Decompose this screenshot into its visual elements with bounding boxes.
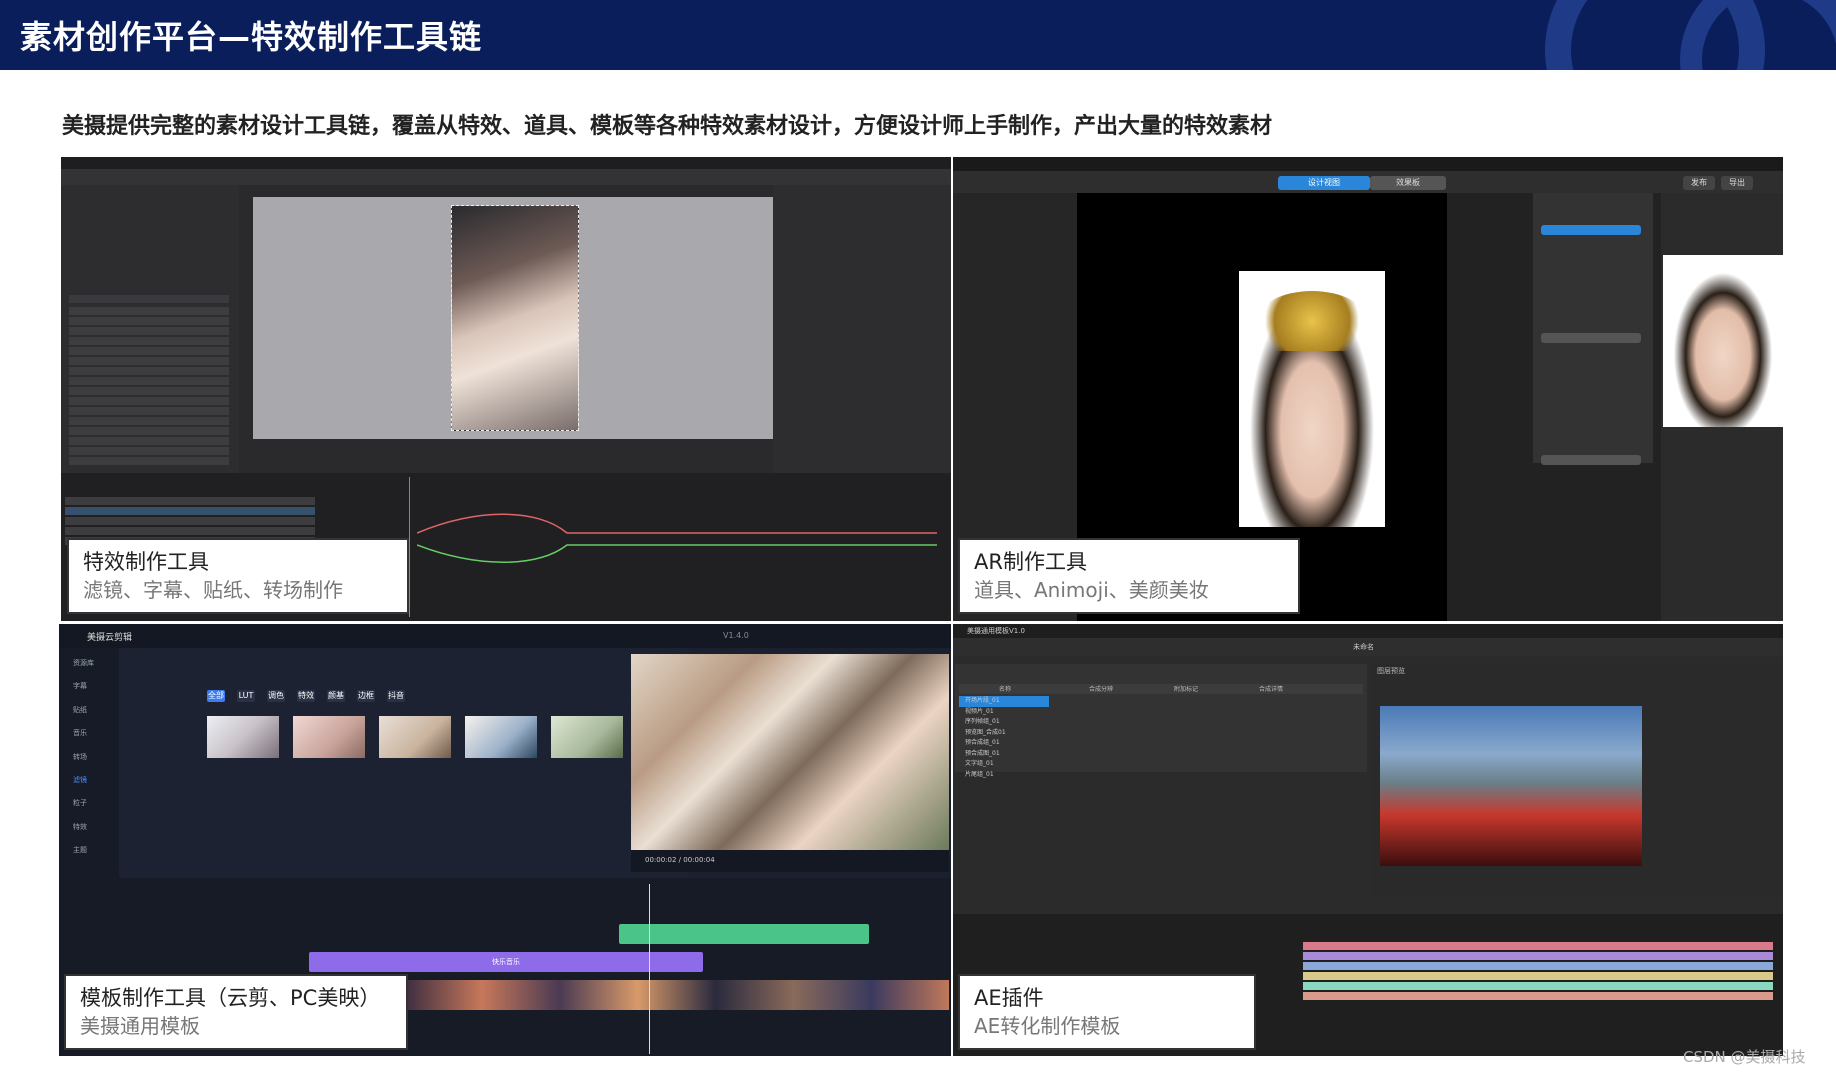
ar-tool-screenshot: 设计视图 效果板 发布 导出 AR制作工具 道具、Animoji、美颜美妆 bbox=[953, 157, 1783, 621]
preview-photo bbox=[451, 205, 579, 431]
caption-box: 模板制作工具（云剪、PC美映） 美摄通用模板 bbox=[64, 974, 408, 1050]
header-banner: 素材创作平台—特效制作工具链 bbox=[0, 0, 1836, 70]
table-row[interactable]: 序列帧组_01 bbox=[959, 717, 1363, 728]
app-name: 美摄通用模板V1.0 bbox=[967, 627, 1025, 635]
caption-box: AE插件 AE转化制作模板 bbox=[958, 974, 1256, 1050]
caption-subtitle: 美摄通用模板 bbox=[80, 1014, 200, 1038]
publish-button[interactable]: 发布 bbox=[1683, 176, 1715, 190]
caption-title: AE插件 bbox=[974, 986, 1044, 1010]
tab-effect-board[interactable]: 效果板 bbox=[1370, 176, 1446, 190]
menu-bar bbox=[953, 157, 1783, 171]
properties-panel bbox=[1533, 193, 1653, 465]
table-row[interactable]: 开场片段_01 bbox=[959, 696, 1049, 707]
table-header: 合成详情 bbox=[1259, 686, 1284, 693]
table-header: 名称 bbox=[999, 686, 1012, 693]
video-preview bbox=[631, 654, 949, 850]
filter-thumbnail[interactable] bbox=[551, 716, 623, 758]
filter-tab-border[interactable]: 边框 bbox=[357, 690, 375, 702]
table-row[interactable]: 视频片_01 bbox=[959, 707, 1363, 718]
menu-bar: 未命名 bbox=[953, 638, 1783, 656]
caption-title: 模板制作工具（云剪、PC美映） bbox=[80, 986, 381, 1010]
sidebar-item-effect[interactable]: 特效 bbox=[73, 816, 94, 839]
table-header: 附加标记 bbox=[1174, 686, 1199, 693]
menu-bar bbox=[61, 157, 951, 169]
caption-subtitle: AE转化制作模板 bbox=[974, 1014, 1121, 1038]
ae-plugin-screenshot: 美摄通用模板V1.0 未命名 名称 合成分辨 附加标记 合成详情 开场片段_01… bbox=[953, 624, 1783, 1056]
document-name: 未命名 bbox=[1353, 643, 1374, 651]
filter-tab-all[interactable]: 全部 bbox=[207, 690, 225, 702]
table-row[interactable]: 片尾组_01 bbox=[959, 770, 1363, 781]
headdress bbox=[1257, 291, 1367, 351]
page-title: 素材创作平台—特效制作工具链 bbox=[20, 18, 483, 56]
properties-panel bbox=[773, 185, 951, 473]
table-row[interactable]: 预览图_合成01 bbox=[959, 728, 1363, 739]
template-tool-screenshot: 美摄云剪辑 V1.4.0 资源库 字幕 贴纸 音乐 转场 滤镜 粒子 特效 主题… bbox=[59, 624, 951, 1056]
sidebar-item-particle[interactable]: 粒子 bbox=[73, 792, 94, 815]
toolbar: 设计视图 效果板 发布 导出 bbox=[953, 171, 1783, 193]
filter-tab-effect[interactable]: 特效 bbox=[297, 690, 315, 702]
version-label: V1.4.0 bbox=[723, 631, 749, 640]
info-panel bbox=[1653, 664, 1783, 896]
preview-label: 图层预览 bbox=[1377, 667, 1405, 675]
preview-controls: 00:00:02 / 00:00:04 bbox=[631, 850, 949, 872]
table-row[interactable]: 文字组_01 bbox=[959, 759, 1363, 770]
export-button[interactable]: 导出 bbox=[1721, 176, 1753, 190]
sidebar-item-transition[interactable]: 转场 bbox=[73, 746, 94, 769]
ar-preview-photo bbox=[1239, 271, 1385, 527]
asset-panel: 全部 LUT 调色 特效 颜基 边框 抖音 bbox=[119, 648, 689, 878]
toolbar bbox=[61, 169, 951, 185]
table-header: 合成分辨 bbox=[1089, 686, 1114, 693]
table-row[interactable]: 预合成图_01 bbox=[959, 749, 1363, 760]
caption-subtitle: 滤镜、字幕、贴纸、转场制作 bbox=[83, 578, 343, 602]
title-bar: 美摄云剪辑 V1.4.0 bbox=[59, 624, 951, 648]
caption-title: AR制作工具 bbox=[974, 550, 1087, 574]
concert-preview-photo bbox=[1380, 706, 1642, 866]
playhead[interactable] bbox=[409, 477, 410, 617]
filter-thumbnail[interactable] bbox=[465, 716, 537, 758]
video-clip-strip[interactable] bbox=[404, 980, 949, 1010]
time-readout: 00:00:02 / 00:00:04 bbox=[645, 856, 715, 864]
filter-thumbnail[interactable] bbox=[207, 716, 279, 758]
watermark-credit: CSDN @美摄科技 bbox=[1683, 1048, 1806, 1066]
filter-tab-base[interactable]: 颜基 bbox=[327, 690, 345, 702]
effect-tool-screenshot: 特效制作工具 滤镜、字幕、贴纸、转场制作 bbox=[61, 157, 951, 621]
resource-list bbox=[61, 185, 239, 473]
filter-tab-douyin[interactable]: 抖音 bbox=[387, 690, 405, 702]
caption-title: 特效制作工具 bbox=[83, 550, 209, 574]
filter-tab-lut[interactable]: LUT bbox=[237, 690, 255, 702]
music-clip[interactable]: 快乐音乐 bbox=[309, 952, 703, 972]
audio-clip[interactable] bbox=[619, 924, 869, 944]
caption-subtitle: 道具、Animoji、美颜美妆 bbox=[974, 578, 1209, 602]
composition-table: 名称 合成分辨 附加标记 合成详情 开场片段_01 视频片_01 序列帧组_01… bbox=[955, 664, 1367, 778]
caption-box: AR制作工具 道具、Animoji、美颜美妆 bbox=[958, 538, 1300, 614]
table-row[interactable]: 预合成组_01 bbox=[959, 738, 1363, 749]
keyframe-curves bbox=[417, 513, 937, 563]
sidebar-item-sticker[interactable]: 贴纸 bbox=[73, 699, 94, 722]
sidebar: 资源库 字幕 贴纸 音乐 转场 滤镜 粒子 特效 主题 bbox=[59, 648, 119, 878]
caption-box: 特效制作工具 滤镜、字幕、贴纸、转场制作 bbox=[67, 538, 409, 614]
page-subtitle: 美摄提供完整的素材设计工具链，覆盖从特效、道具、模板等各种特效素材设计，方便设计… bbox=[62, 114, 1273, 139]
sidebar-item-filter[interactable]: 滤镜 bbox=[73, 769, 94, 792]
sidebar-item-theme[interactable]: 主题 bbox=[73, 839, 94, 862]
title-bar: 美摄通用模板V1.0 bbox=[953, 624, 1783, 638]
sidebar-item-music[interactable]: 音乐 bbox=[73, 722, 94, 745]
tab-design-view[interactable]: 设计视图 bbox=[1278, 176, 1370, 190]
playhead[interactable] bbox=[649, 884, 650, 1054]
sidebar-item-library[interactable]: 资源库 bbox=[73, 652, 94, 675]
sidebar-item-subtitle[interactable]: 字幕 bbox=[73, 675, 94, 698]
filter-tab-color[interactable]: 调色 bbox=[267, 690, 285, 702]
app-name: 美摄云剪辑 bbox=[87, 633, 133, 643]
filter-thumbnail[interactable] bbox=[379, 716, 451, 758]
ar-result-photo bbox=[1663, 255, 1783, 427]
filter-thumbnail[interactable] bbox=[293, 716, 365, 758]
decor-ring bbox=[1680, 0, 1836, 70]
